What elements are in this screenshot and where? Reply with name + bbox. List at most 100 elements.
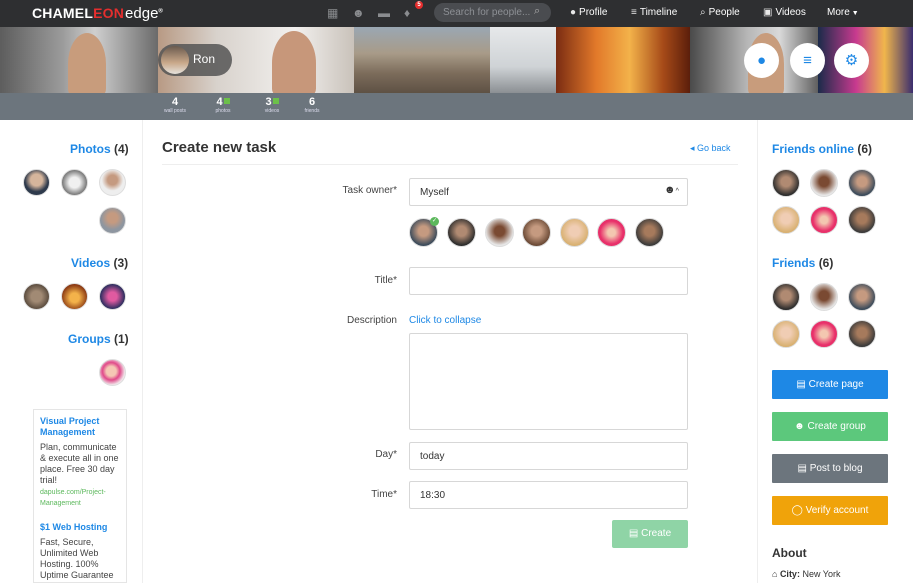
- collapse-description-link[interactable]: Click to collapse: [409, 315, 481, 326]
- stat-friends[interactable]: 6 friends: [292, 96, 332, 114]
- create-group-button[interactable]: ☻ Create group: [772, 412, 888, 441]
- time-label: Time*: [371, 489, 397, 500]
- friends-heading[interactable]: Friends (6): [772, 256, 833, 270]
- title-field[interactable]: [409, 267, 688, 295]
- friend-avatar[interactable]: [772, 320, 800, 348]
- photos-heading[interactable]: Photos (4): [70, 142, 129, 156]
- friend-avatar[interactable]: [848, 283, 876, 311]
- blog-icon: ▤: [797, 463, 810, 474]
- group-thumbnail[interactable]: [99, 359, 126, 386]
- people-search: ⌕: [434, 3, 551, 22]
- brand-logo[interactable]: CHAMELEONedge®: [32, 5, 163, 22]
- chat-button[interactable]: ●: [744, 43, 779, 78]
- film-icon: ▣: [763, 7, 773, 18]
- checkmark-icon: ✓: [430, 217, 439, 226]
- friend-online-avatar[interactable]: [810, 169, 838, 197]
- ad-title[interactable]: Visual Project Management: [40, 416, 120, 438]
- friends-requests-icon[interactable]: ☻: [352, 6, 365, 20]
- owner-option-avatar[interactable]: [597, 218, 626, 247]
- friend-online-avatar[interactable]: [848, 206, 876, 234]
- menu-icon: ≡: [803, 52, 812, 69]
- photo-thumbnail[interactable]: [99, 169, 126, 196]
- owner-option-avatar[interactable]: [485, 218, 514, 247]
- ad-title[interactable]: $1 Web Hosting: [40, 522, 120, 533]
- nav-people[interactable]: ⌕ People: [700, 7, 740, 18]
- videos-heading[interactable]: Videos (3): [71, 256, 128, 270]
- owner-option-avatar[interactable]: [447, 218, 476, 247]
- post-to-blog-button[interactable]: ▤ Post to blog: [772, 454, 888, 483]
- ad-body: Fast, Secure, Unlimited Web Hosting. 100…: [40, 537, 114, 580]
- groups-heading[interactable]: Groups (1): [68, 332, 129, 346]
- messages-icon[interactable]: ▬: [378, 6, 390, 20]
- settings-button[interactable]: ⚙: [834, 43, 869, 78]
- verify-account-button[interactable]: ◯ Verify account: [772, 496, 888, 525]
- list-icon: ≡: [631, 7, 637, 18]
- notifications-badge: 5: [415, 1, 423, 9]
- arrow-left-icon: ◂: [690, 143, 698, 153]
- video-thumbnail[interactable]: [23, 283, 50, 310]
- owner-option-avatar[interactable]: [522, 218, 551, 247]
- profile-avatar: [161, 46, 189, 74]
- top-navbar: CHAMELEONedge® ▦ ☻ ▬ ♦ 5 ⌕ ●Profile ≡Tim…: [0, 0, 913, 27]
- task-icon: ▤: [628, 528, 642, 539]
- friend-online-avatar[interactable]: [810, 206, 838, 234]
- calendar-icon[interactable]: ▦: [327, 6, 338, 20]
- stat-wall-posts[interactable]: 4 wall posts: [155, 96, 195, 114]
- friends-online-heading[interactable]: Friends online (6): [772, 142, 872, 156]
- owner-option-avatar[interactable]: [635, 218, 664, 247]
- day-field[interactable]: [409, 442, 688, 470]
- home-icon: ⌂: [772, 569, 780, 579]
- ad-body: Plan, communicate & execute all in one p…: [40, 442, 119, 485]
- friend-online-avatar[interactable]: [848, 169, 876, 197]
- group-icon: ☻: [794, 421, 808, 432]
- check-circle-icon: ◯: [791, 505, 806, 516]
- video-thumbnail[interactable]: [61, 283, 88, 310]
- friend-avatar[interactable]: [848, 320, 876, 348]
- friend-avatar[interactable]: [810, 320, 838, 348]
- divider: [162, 164, 738, 165]
- create-page-button[interactable]: ▤ Create page: [772, 370, 888, 399]
- nav-videos[interactable]: ▣ Videos: [763, 7, 806, 18]
- search-input[interactable]: [443, 6, 531, 19]
- ad-link[interactable]: dapulse.com/Project-Management: [40, 487, 120, 509]
- go-back-link[interactable]: ◂ Go back: [690, 143, 731, 154]
- profile-stats-bar: 4 wall posts 4 photos 3 videos 6 friends: [0, 93, 913, 120]
- title-label: Title*: [374, 275, 397, 286]
- create-task-button[interactable]: ▤ Create: [612, 520, 688, 548]
- friend-avatar[interactable]: [772, 283, 800, 311]
- plus-icon: [272, 98, 279, 104]
- notifications-bell-icon[interactable]: ♦: [404, 6, 410, 20]
- task-owner-field[interactable]: [409, 178, 688, 206]
- photo-thumbnail[interactable]: [61, 169, 88, 196]
- chat-bubble-icon: ●: [756, 52, 767, 69]
- owner-option-avatar[interactable]: [560, 218, 589, 247]
- about-city: ⌂ City: New York: [772, 569, 841, 579]
- friend-online-avatar[interactable]: [772, 206, 800, 234]
- photo-thumbnail[interactable]: [23, 169, 50, 196]
- time-field[interactable]: [409, 481, 688, 509]
- description-textarea[interactable]: [409, 333, 688, 430]
- stat-photos[interactable]: 4 photos: [203, 96, 243, 114]
- caret-down-icon: ▼: [849, 10, 859, 17]
- menu-button[interactable]: ≡: [790, 43, 825, 78]
- stat-videos[interactable]: 3 videos: [252, 96, 292, 114]
- nav-profile[interactable]: ● Profile: [570, 7, 607, 18]
- description-label: Description: [346, 315, 397, 326]
- sponsored-ads: Visual Project Management Plan, communic…: [33, 409, 127, 583]
- page-title: Create new task: [162, 139, 277, 156]
- video-thumbnail[interactable]: [99, 283, 126, 310]
- user-icon: ●: [570, 7, 577, 18]
- profile-name: Ron: [193, 52, 216, 66]
- profile-name-chip[interactable]: Ron: [158, 44, 232, 76]
- search-icon[interactable]: ⌕: [534, 5, 540, 18]
- select-group-icon[interactable]: ☻^: [664, 184, 679, 196]
- friend-avatar[interactable]: [810, 283, 838, 311]
- plus-icon: [223, 98, 230, 104]
- task-owner-label: Task owner*: [342, 185, 397, 196]
- about-heading: About: [772, 546, 807, 560]
- gear-icon: ⚙: [844, 52, 859, 69]
- nav-timeline[interactable]: ≡ Timeline: [631, 7, 677, 18]
- friend-online-avatar[interactable]: [772, 169, 800, 197]
- nav-more[interactable]: More ▼: [827, 7, 859, 18]
- photo-thumbnail[interactable]: [99, 207, 126, 234]
